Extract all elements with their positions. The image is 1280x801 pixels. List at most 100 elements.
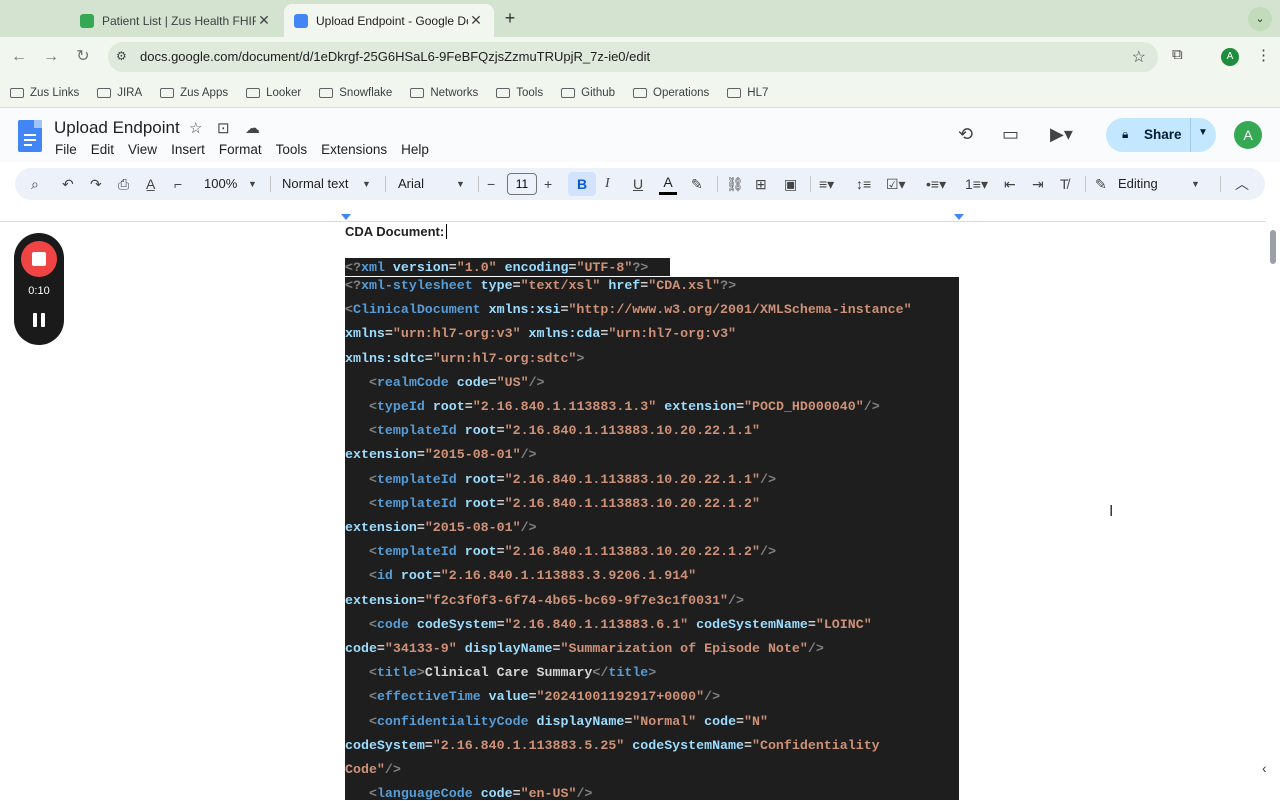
new-tab-icon[interactable]: + bbox=[500, 8, 520, 29]
bookmark-zus-links[interactable]: Zus Links bbox=[10, 87, 79, 99]
url-text[interactable]: docs.google.com/document/d/1eDkrgf-25G6H… bbox=[140, 49, 650, 64]
forward-icon[interactable]: → bbox=[40, 46, 62, 68]
extensions-icon[interactable]: ⧉ bbox=[1172, 46, 1183, 63]
bookmark-jira[interactable]: JIRA bbox=[97, 87, 142, 99]
browser-menu-icon[interactable]: ⋮ bbox=[1256, 46, 1271, 64]
left-indent-marker[interactable] bbox=[341, 214, 351, 220]
menu-extensions[interactable]: Extensions bbox=[321, 142, 387, 157]
move-folder-icon[interactable]: ⊡ bbox=[217, 119, 230, 137]
code-line: <templateId root="2.16.840.1.113883.10.2… bbox=[345, 544, 776, 559]
font-size-input[interactable]: 11 bbox=[507, 173, 537, 195]
line-spacing-icon[interactable]: ↕≡ bbox=[856, 175, 871, 193]
font-select[interactable]: Arial bbox=[398, 176, 424, 191]
docs-logo-icon[interactable] bbox=[18, 120, 42, 152]
menu-format[interactable]: Format bbox=[219, 142, 262, 157]
tab-search-icon[interactable]: ⌄ bbox=[1248, 7, 1272, 31]
decrease-indent-icon[interactable]: ⇤ bbox=[1004, 175, 1016, 193]
comments-icon[interactable]: ▭ bbox=[1002, 124, 1019, 145]
bookmark-zus-apps[interactable]: Zus Apps bbox=[160, 87, 228, 99]
increase-font-size-icon[interactable]: + bbox=[544, 175, 552, 193]
menu-view[interactable]: View bbox=[128, 142, 157, 157]
close-tab-icon[interactable]: ✕ bbox=[468, 12, 484, 29]
menu-file[interactable]: File bbox=[55, 142, 77, 157]
zoom-select[interactable]: 100% bbox=[204, 176, 237, 191]
italic-icon[interactable]: I bbox=[605, 175, 610, 193]
insert-image-icon[interactable]: ▣ bbox=[784, 175, 797, 193]
chevron-down-icon[interactable]: ▼ bbox=[1191, 175, 1200, 193]
code-token: ?> bbox=[720, 278, 737, 293]
chevron-down-icon[interactable]: ▼ bbox=[248, 175, 257, 193]
code-token: templateId bbox=[376, 423, 457, 439]
text-color-icon[interactable]: A bbox=[658, 174, 678, 195]
bookmark-hl7[interactable]: HL7 bbox=[727, 87, 768, 99]
code-token: ?> bbox=[632, 260, 649, 275]
menu-insert[interactable]: Insert bbox=[171, 142, 205, 157]
code-token: <? bbox=[345, 260, 361, 275]
reload-icon[interactable]: ↻ bbox=[72, 46, 94, 68]
code-token: code bbox=[456, 374, 489, 390]
chevron-down-icon[interactable]: ▼ bbox=[456, 175, 465, 193]
print-icon[interactable]: ⎙ bbox=[118, 175, 129, 193]
scrollbar-thumb[interactable] bbox=[1270, 230, 1276, 264]
tab-patient-list[interactable]: Patient List | Zus Health FHIR ✕ bbox=[70, 4, 282, 37]
pause-icon[interactable] bbox=[33, 313, 45, 327]
bookmark-snowflake[interactable]: Snowflake bbox=[319, 87, 392, 99]
insert-link-icon[interactable]: ⛓ bbox=[726, 175, 744, 193]
close-tab-icon[interactable]: ✕ bbox=[256, 12, 272, 29]
bookmark-github[interactable]: Github bbox=[561, 87, 615, 99]
clear-formatting-icon[interactable]: T̸ bbox=[1060, 175, 1069, 193]
numbered-list-icon[interactable]: 1≡▾ bbox=[965, 175, 988, 193]
site-info-icon[interactable]: ⚙ bbox=[116, 49, 127, 63]
bold-icon[interactable]: B bbox=[568, 172, 596, 196]
omnibox[interactable]: ⚙ docs.google.com/document/d/1eDkrgf-25G… bbox=[108, 42, 1158, 72]
paragraph-style-select[interactable]: Normal text bbox=[282, 176, 348, 191]
cloud-saved-icon[interactable]: ☁ bbox=[245, 119, 260, 137]
document-heading: CDA Document: bbox=[345, 224, 445, 239]
menu-help[interactable]: Help bbox=[401, 142, 429, 157]
editing-mode-select[interactable]: Editing bbox=[1118, 176, 1158, 191]
account-avatar[interactable]: A bbox=[1234, 121, 1262, 149]
vertical-scrollbar[interactable] bbox=[1266, 222, 1280, 800]
tab-upload-endpoint[interactable]: Upload Endpoint - Google Do ✕ bbox=[284, 4, 494, 37]
profile-avatar[interactable]: A bbox=[1221, 48, 1239, 66]
share-dropdown-icon[interactable]: ▼ bbox=[1198, 127, 1208, 138]
decrease-font-size-icon[interactable]: − bbox=[487, 175, 495, 193]
code-token: < bbox=[368, 665, 377, 681]
add-comment-icon[interactable]: ⊞ bbox=[755, 175, 767, 193]
checklist-icon[interactable]: ☑▾ bbox=[886, 175, 906, 193]
version-history-icon[interactable]: ⟲ bbox=[958, 124, 973, 145]
stop-recording-button[interactable] bbox=[21, 241, 57, 277]
bookmark-operations[interactable]: Operations bbox=[633, 87, 709, 99]
chevron-down-icon[interactable]: ▼ bbox=[362, 175, 371, 193]
highlight-color-icon[interactable]: ✎ bbox=[691, 175, 703, 193]
undo-icon[interactable]: ↶ bbox=[62, 175, 74, 193]
bookmark-star-icon[interactable]: ☆ bbox=[1132, 47, 1146, 67]
code-token: > bbox=[576, 350, 585, 366]
share-button[interactable]: 🔒︎ Share ▼ bbox=[1106, 118, 1216, 152]
search-menus-icon[interactable]: ⌕ bbox=[31, 175, 39, 193]
menu-tools[interactable]: Tools bbox=[276, 142, 308, 157]
bookmark-label: JIRA bbox=[117, 86, 143, 99]
bookmark-networks[interactable]: Networks bbox=[410, 87, 478, 99]
folder-icon bbox=[10, 87, 24, 98]
bulleted-list-icon[interactable]: •≡▾ bbox=[926, 175, 946, 193]
menu-bar: File Edit View Insert Format Tools Exten… bbox=[55, 142, 443, 157]
star-icon[interactable]: ☆ bbox=[189, 119, 202, 137]
menu-edit[interactable]: Edit bbox=[91, 142, 114, 157]
spellcheck-icon[interactable]: A̲ bbox=[146, 175, 155, 193]
underline-icon[interactable]: U bbox=[633, 175, 643, 193]
meet-video-icon[interactable]: ▶▾ bbox=[1050, 124, 1073, 145]
increase-indent-icon[interactable]: ⇥ bbox=[1032, 175, 1044, 193]
right-indent-marker[interactable] bbox=[954, 214, 964, 220]
hide-menus-icon[interactable]: ︿ bbox=[1235, 175, 1249, 193]
back-icon[interactable]: ← bbox=[8, 46, 30, 68]
bookmark-tools[interactable]: Tools bbox=[496, 87, 543, 99]
bookmark-looker[interactable]: Looker bbox=[246, 87, 301, 99]
paint-format-icon[interactable]: ⌐ bbox=[174, 175, 182, 193]
document-title[interactable]: Upload Endpoint bbox=[54, 118, 180, 138]
align-icon[interactable]: ≡▾ bbox=[819, 175, 834, 193]
redo-icon[interactable]: ↷ bbox=[90, 175, 102, 193]
side-panel-toggle-icon[interactable]: ‹ bbox=[1262, 760, 1280, 790]
